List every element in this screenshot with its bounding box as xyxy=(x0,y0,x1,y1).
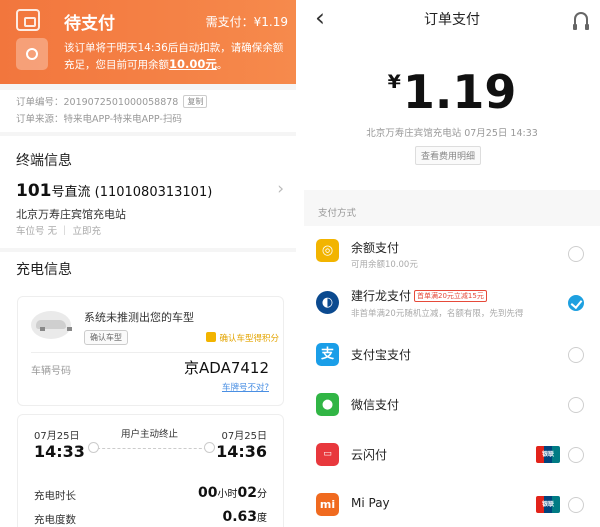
end-time: 14:36 xyxy=(216,442,267,461)
payment-method-wechat[interactable]: ● 微信支付 xyxy=(304,380,600,430)
end-dot-icon xyxy=(204,442,215,453)
order-detail-panel: 待支付 需支付：¥1.19 该订单将于明天14:36后自动扣款，请确保余额充足，… xyxy=(0,0,296,527)
customer-service-icon[interactable] xyxy=(573,12,589,30)
start-time: 14:33 xyxy=(34,442,85,461)
clock-icon xyxy=(16,38,48,70)
payment-method-quickpass[interactable]: ▭ 云闪付 银联 xyxy=(304,430,600,480)
charging-section-title: 充电信息 xyxy=(16,262,72,278)
terminal-info-card[interactable]: 终端信息 101号直流 (1101080313101) › 北京万寿庄宾馆充电站… xyxy=(0,136,296,248)
status-banner: 待支付 需支付：¥1.19 该订单将于明天14:36后自动扣款，请确保余额充足，… xyxy=(0,0,296,84)
timeline-line xyxy=(92,448,212,449)
promo-badge: 首单满20元立减15元 xyxy=(414,290,487,302)
status-title: 待支付 xyxy=(64,14,115,34)
vehicle-box: 系统未推测出您的车型 确认车型 确认车型得积分 车辆号码 京ADA7412 车牌… xyxy=(17,296,284,406)
payment-method-balance[interactable]: ◎ 余额支付 可用余额10.00元 xyxy=(304,230,600,280)
points-icon xyxy=(206,332,217,342)
payment-method-ccb[interactable]: ◐ 建行龙支付 首单满20元立减15元 非首单满20元随机立减，名额有限，先到先得 xyxy=(304,280,600,330)
charging-info-card: 充电信息 系统未推测出您的车型 确认车型 确认车型得积分 车辆号码 京ADA74… xyxy=(0,252,296,527)
payment-methods-label: 支付方式 xyxy=(318,208,357,219)
car-model-notice: 系统未推测出您的车型 xyxy=(84,311,194,324)
ccb-icon: ◐ xyxy=(316,291,339,314)
page-title: 订单支付 xyxy=(424,12,480,28)
plate-number: 京ADA7412 xyxy=(184,359,269,377)
alipay-icon: 支 xyxy=(316,343,339,366)
start-date: 07月25日 xyxy=(34,431,80,442)
mi-icon: mi xyxy=(316,493,339,516)
unionpay-badge-icon: 银联 xyxy=(536,446,560,463)
duration-label: 充电时长 xyxy=(34,490,76,502)
station-name: 北京万寿庄宾馆充电站 xyxy=(16,208,126,221)
divider xyxy=(31,352,270,353)
radio-balance[interactable] xyxy=(568,246,584,262)
payment-method-alipay[interactable]: 支 支付宝支付 xyxy=(304,330,600,380)
amount-due: 需支付：¥1.19 xyxy=(205,15,288,29)
terminal-name: 101号直流 (1101080313101) xyxy=(16,181,213,201)
chevron-right-icon[interactable]: › xyxy=(277,179,284,199)
order-info-card: 订单编号：2019072501000058878 复制 订单来源：特来电APP-特… xyxy=(0,90,296,132)
radio-mipay[interactable] xyxy=(568,497,584,513)
energy-value: 0.63度 xyxy=(222,509,267,525)
terminal-section-title: 终端信息 xyxy=(16,153,72,169)
payment-amount: ¥1.19 xyxy=(387,65,517,119)
payment-header: ‹ 订单支付 ¥1.19 北京万寿庄宾馆充电站 07月25日 14:33 查看费… xyxy=(304,0,600,190)
pending-payment-icon xyxy=(16,9,40,31)
radio-quickpass[interactable] xyxy=(568,447,584,463)
radio-ccb[interactable] xyxy=(568,295,584,311)
auto-deduct-notice: 该订单将于明天14:36后自动扣款，请确保余额充足，您目前可用余额10.00元。 xyxy=(64,42,284,71)
confirm-model-points-link[interactable]: 确认车型得积分 xyxy=(206,332,279,344)
car-icon xyxy=(31,311,72,339)
terminal-meta: 车位号 无 ｜ 立即充 xyxy=(16,226,102,237)
plate-label: 车辆号码 xyxy=(31,366,71,377)
duration-value: 00小时02分 xyxy=(198,485,267,501)
wallet-icon: ◎ xyxy=(316,239,339,262)
radio-wechat[interactable] xyxy=(568,397,584,413)
energy-label: 充电度数 xyxy=(34,514,76,526)
payment-panel: ‹ 订单支付 ¥1.19 北京万寿庄宾馆充电站 07月25日 14:33 查看费… xyxy=(304,0,600,527)
stop-reason: 用户主动终止 xyxy=(121,429,179,440)
payment-method-list: ◎ 余额支付 可用余额10.00元 ◐ 建行龙支付 首单满20元立减15元 非首单… xyxy=(304,226,600,527)
order-number: 订单编号：2019072501000058878 xyxy=(16,97,179,108)
copy-button[interactable]: 复制 xyxy=(183,95,208,108)
order-source: 订单来源：特来电APP-特来电APP-扫码 xyxy=(16,114,182,125)
confirm-model-button[interactable]: 确认车型 xyxy=(84,330,128,345)
plate-wrong-link[interactable]: 车牌号不对? xyxy=(222,381,269,393)
charging-time-box: 07月25日 14:33 用户主动终止 07月25日 14:36 充电时长 00… xyxy=(17,414,284,527)
unionpay-badge-icon: 银联 xyxy=(536,496,560,513)
available-balance: 10.00元 xyxy=(169,57,217,71)
payment-method-mipay[interactable]: mi Mi Pay 银联 xyxy=(304,480,600,527)
end-date: 07月25日 xyxy=(221,431,267,442)
fee-detail-button[interactable]: 查看费用明细 xyxy=(415,146,482,165)
start-dot-icon xyxy=(88,442,99,453)
payment-meta: 北京万寿庄宾馆充电站 07月25日 14:33 xyxy=(366,128,538,139)
radio-alipay[interactable] xyxy=(568,347,584,363)
quickpass-icon: ▭ xyxy=(316,443,339,466)
wechat-icon: ● xyxy=(316,393,339,416)
